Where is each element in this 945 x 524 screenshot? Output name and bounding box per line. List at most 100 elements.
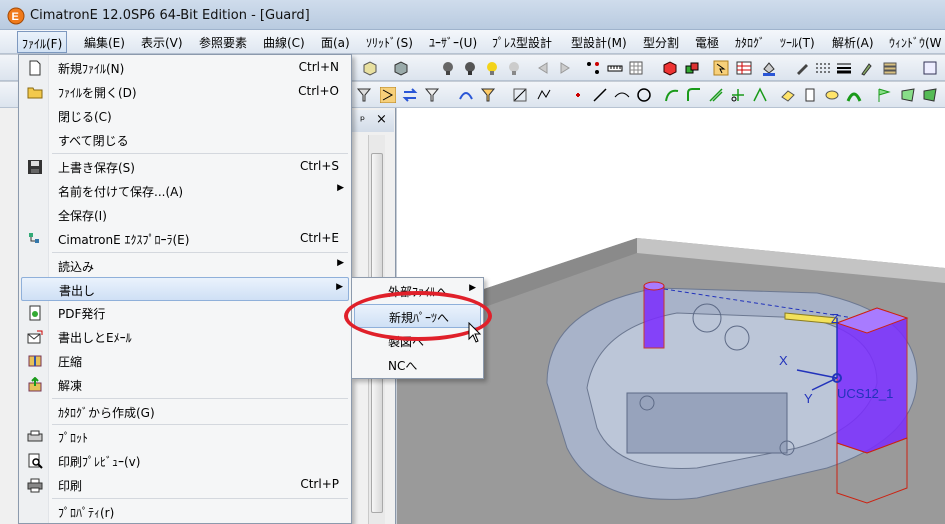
- menu-edit[interactable]: 編集(E): [84, 34, 125, 51]
- print-preview-icon: [28, 453, 43, 469]
- box-view-icon[interactable]: [362, 60, 378, 76]
- face-offset-icon[interactable]: [922, 87, 938, 103]
- select-filter-icon[interactable]: [713, 60, 729, 76]
- menu-window[interactable]: ｳｨﾝﾄﾞｳ(W: [889, 34, 942, 51]
- menu-item-print[interactable]: 印刷 Ctrl+P: [21, 473, 349, 497]
- fillet-icon[interactable]: [686, 87, 702, 103]
- save-icon: [28, 160, 42, 174]
- menu-view[interactable]: 表示(V): [141, 34, 183, 51]
- menu-separator: [52, 252, 348, 253]
- menu-electrode[interactable]: 電極: [695, 34, 719, 51]
- menu-item-print-preview[interactable]: 印刷ﾌﾟﾚﾋﾞｭｰ(v): [21, 449, 349, 473]
- select-mode-icon[interactable]: [380, 87, 396, 103]
- menu-item-create-from-catalog[interactable]: ｶﾀﾛｸﾞから作成(G): [21, 400, 349, 424]
- table-icon[interactable]: [736, 60, 752, 76]
- light-bulb-dark-icon[interactable]: [462, 60, 478, 76]
- menu-mold-split[interactable]: 型分割: [643, 34, 679, 51]
- close-icon[interactable]: ×: [376, 112, 387, 127]
- color-fill-icon[interactable]: [761, 60, 777, 76]
- sweep-icon[interactable]: [846, 87, 862, 103]
- menu-item-new-file[interactable]: 新規ﾌｧｲﾙ(N) Ctrl+N: [21, 56, 349, 80]
- menu-item-plot[interactable]: ﾌﾟﾛｯﾄ: [21, 425, 349, 449]
- menu-item-export-mail[interactable]: 書出しとEﾒｰﾙ: [21, 325, 349, 349]
- menu-user[interactable]: ﾕｰｻﾞｰ(U): [429, 34, 477, 51]
- zoom-fit-icon[interactable]: [922, 60, 938, 76]
- y-axis-label: Y: [804, 391, 813, 406]
- menu-item-compress[interactable]: 圧縮: [21, 349, 349, 373]
- pin-icon[interactable]: ᵖ: [360, 113, 365, 127]
- offset-curve-icon[interactable]: [708, 87, 724, 103]
- trim-icon[interactable]: [730, 87, 746, 103]
- funnel-icon[interactable]: [424, 87, 440, 103]
- extrude-icon[interactable]: [802, 87, 818, 103]
- swap-icon[interactable]: [402, 87, 418, 103]
- pen-icon[interactable]: [794, 60, 810, 76]
- light-settings-icon[interactable]: [506, 60, 522, 76]
- cube-icon[interactable]: [662, 60, 678, 76]
- measure-icon[interactable]: [607, 60, 623, 76]
- menu-reference[interactable]: 参照要素: [199, 34, 247, 51]
- menu-item-publish-pdf[interactable]: PDF発行: [21, 301, 349, 325]
- menu-separator: [52, 153, 348, 154]
- menu-press-die[interactable]: ﾌﾟﾚｽ型設計: [492, 34, 552, 51]
- menu-item-export[interactable]: 書出し ▶: [21, 277, 349, 301]
- menu-item-close[interactable]: 閉じる(C): [21, 104, 349, 128]
- curve-filter-icon[interactable]: [458, 87, 474, 103]
- menu-surface[interactable]: 面(a): [321, 34, 350, 51]
- arc-icon[interactable]: [614, 87, 630, 103]
- title-bar: E CimatronE 12.0SP6 64-Bit Edition - [Gu…: [0, 0, 945, 30]
- layers-icon[interactable]: [882, 60, 898, 76]
- menu-item-explorer[interactable]: CimatronE ｴｸｽﾌﾟﾛｰﾗ(E) Ctrl+E: [21, 227, 349, 251]
- menu-item-save-as[interactable]: 名前を付けて保存...(A) ▶: [21, 179, 349, 203]
- circle-icon[interactable]: [636, 87, 652, 103]
- menu-solid[interactable]: ｿﾘｯﾄﾞ(S): [366, 34, 413, 51]
- grid-icon[interactable]: [628, 60, 644, 76]
- menu-mold-design[interactable]: 型設計(M): [571, 34, 627, 51]
- line-style-icon[interactable]: [815, 60, 831, 76]
- menu-item-import[interactable]: 読込み ▶: [21, 254, 349, 278]
- menu-item-close-all[interactable]: すべて閉じる: [21, 128, 349, 152]
- menu-item-save[interactable]: 上書き保存(S) Ctrl+S: [21, 155, 349, 179]
- polyline-icon[interactable]: [536, 87, 552, 103]
- face-filter-icon[interactable]: [480, 87, 496, 103]
- line-width-icon[interactable]: [836, 60, 852, 76]
- brush-icon[interactable]: [858, 60, 874, 76]
- submenu-arrow-icon: ▶: [469, 283, 476, 293]
- render-mode-icon[interactable]: [393, 60, 409, 76]
- menu-analysis[interactable]: 解析(A): [832, 34, 874, 51]
- menu-tools[interactable]: ﾂｰﾙ(T): [780, 34, 815, 51]
- sketch-icon[interactable]: [512, 87, 528, 103]
- split-icon[interactable]: [752, 87, 768, 103]
- revolve-icon[interactable]: [824, 87, 840, 103]
- menu-separator: [52, 398, 348, 399]
- z-axis-label: Z: [831, 311, 839, 326]
- light-bulb-icon[interactable]: [440, 60, 456, 76]
- submenu-item-nc[interactable]: NCへ: [354, 353, 481, 377]
- submenu-arrow-icon: ▶: [337, 258, 344, 268]
- arrow-right-icon[interactable]: [557, 60, 573, 76]
- surface-icon[interactable]: [780, 87, 796, 103]
- menu-file[interactable]: ﾌｧｲﾙ(F): [17, 31, 68, 53]
- explorer-icon: [29, 233, 39, 243]
- multi-cube-icon[interactable]: [684, 60, 700, 76]
- cimatron-app-icon: E: [7, 7, 25, 25]
- pdf-publish-icon: [29, 305, 41, 321]
- menu-item-save-all[interactable]: 全保存(I): [21, 203, 349, 227]
- light-bulb-on-icon[interactable]: [484, 60, 500, 76]
- menu-bar: ﾌｧｲﾙ(F) 編集(E) 表示(V) 参照要素 曲線(C) 面(a) ｿﾘｯﾄ…: [0, 30, 945, 54]
- menu-item-properties[interactable]: ﾌﾟﾛﾊﾟﾃｨ(r): [21, 500, 349, 524]
- submenu-arrow-icon: ▶: [337, 183, 344, 193]
- panel-header: ᵖ ×: [350, 110, 394, 132]
- arrow-left-icon[interactable]: [535, 60, 551, 76]
- flag-icon[interactable]: [876, 87, 892, 103]
- point-icon[interactable]: [570, 87, 586, 103]
- spline-icon[interactable]: [664, 87, 680, 103]
- menu-curve[interactable]: 曲線(C): [263, 34, 305, 51]
- menu-catalog[interactable]: ｶﾀﾛｸﾞ: [735, 34, 765, 51]
- filter-icon[interactable]: [356, 87, 372, 103]
- menu-item-open-file[interactable]: ﾌｧｲﾙを開く(D) Ctrl+O: [21, 80, 349, 104]
- menu-item-extract[interactable]: 解凍: [21, 373, 349, 397]
- line-icon[interactable]: [592, 87, 608, 103]
- points-icon[interactable]: [585, 60, 601, 76]
- face-select-icon[interactable]: [900, 87, 916, 103]
